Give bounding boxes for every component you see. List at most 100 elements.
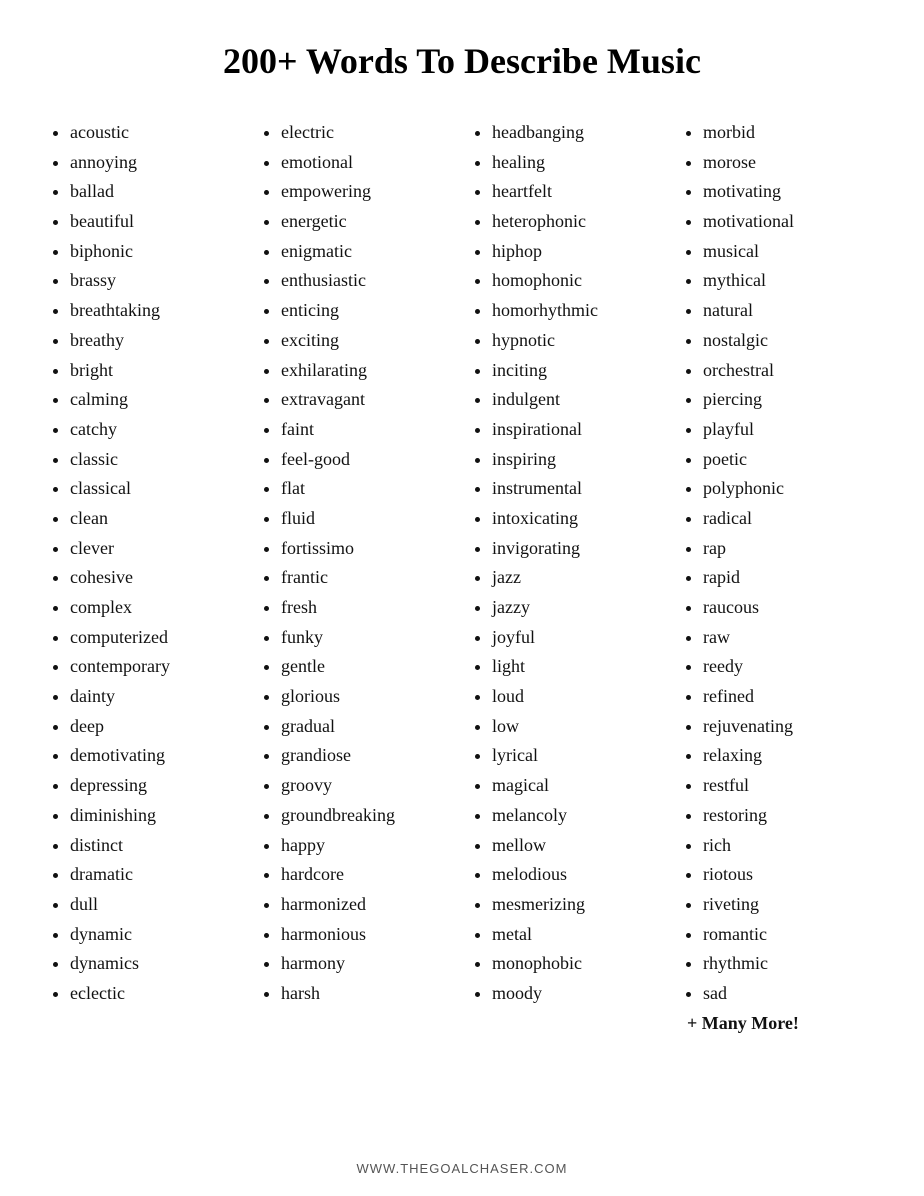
list-item: mellow: [492, 831, 663, 861]
list-item: exciting: [281, 326, 452, 356]
list-item: jazzy: [492, 593, 663, 623]
list-item: rich: [703, 831, 874, 861]
list-item: dramatic: [70, 860, 241, 890]
list-item: calming: [70, 385, 241, 415]
list-item: headbanging: [492, 118, 663, 148]
list-item: deep: [70, 712, 241, 742]
list-item: acoustic: [70, 118, 241, 148]
list-item: energetic: [281, 207, 452, 237]
list-item: loud: [492, 682, 663, 712]
list-item: mesmerizing: [492, 890, 663, 920]
list-item: enthusiastic: [281, 266, 452, 296]
list-item: flat: [281, 474, 452, 504]
list-item: enticing: [281, 296, 452, 326]
list-item: emotional: [281, 148, 452, 178]
list-item: empowering: [281, 177, 452, 207]
list-item: groovy: [281, 771, 452, 801]
list-item: refined: [703, 682, 874, 712]
list-item: complex: [70, 593, 241, 623]
list-item: gradual: [281, 712, 452, 742]
list-item: poetic: [703, 445, 874, 475]
list-item: restful: [703, 771, 874, 801]
list-item: inspiring: [492, 445, 663, 475]
list-item: harsh: [281, 979, 452, 1009]
list-item: intoxicating: [492, 504, 663, 534]
list-item: beautiful: [70, 207, 241, 237]
list-item: morose: [703, 148, 874, 178]
list-item: hypnotic: [492, 326, 663, 356]
list-item: catchy: [70, 415, 241, 445]
word-list-2: electricemotionalempoweringenergeticenig…: [261, 118, 452, 1009]
list-item: riveting: [703, 890, 874, 920]
list-item: exhilarating: [281, 356, 452, 386]
list-item: motivational: [703, 207, 874, 237]
list-item: demotivating: [70, 741, 241, 771]
list-item: fortissimo: [281, 534, 452, 564]
list-item: jazz: [492, 563, 663, 593]
list-item: clever: [70, 534, 241, 564]
list-item: hiphop: [492, 237, 663, 267]
list-item: happy: [281, 831, 452, 861]
list-item: extravagant: [281, 385, 452, 415]
list-item: fluid: [281, 504, 452, 534]
list-item: gentle: [281, 652, 452, 682]
list-item: instrumental: [492, 474, 663, 504]
list-item: rhythmic: [703, 949, 874, 979]
list-item: contemporary: [70, 652, 241, 682]
list-item: invigorating: [492, 534, 663, 564]
list-item: joyful: [492, 623, 663, 653]
list-item: melancoly: [492, 801, 663, 831]
list-item: harmony: [281, 949, 452, 979]
word-columns: acousticannoyingballadbeautifulbiphonicb…: [40, 118, 884, 1131]
list-item: lyrical: [492, 741, 663, 771]
list-item: electric: [281, 118, 452, 148]
list-item: feel-good: [281, 445, 452, 475]
list-item: low: [492, 712, 663, 742]
list-item: ballad: [70, 177, 241, 207]
list-item: rap: [703, 534, 874, 564]
list-item: homorhythmic: [492, 296, 663, 326]
list-item: relaxing: [703, 741, 874, 771]
list-item: dull: [70, 890, 241, 920]
word-list-4: morbidmorosemotivatingmotivationalmusica…: [683, 118, 874, 1009]
list-item: depressing: [70, 771, 241, 801]
list-item: radical: [703, 504, 874, 534]
list-item: dynamics: [70, 949, 241, 979]
list-item: motivating: [703, 177, 874, 207]
word-list-1: acousticannoyingballadbeautifulbiphonicb…: [50, 118, 241, 1009]
list-item: morbid: [703, 118, 874, 148]
list-item: magical: [492, 771, 663, 801]
list-item: romantic: [703, 920, 874, 950]
list-item: computerized: [70, 623, 241, 653]
list-item: healing: [492, 148, 663, 178]
list-item: faint: [281, 415, 452, 445]
list-item: breathy: [70, 326, 241, 356]
list-item: sad: [703, 979, 874, 1009]
list-item: dainty: [70, 682, 241, 712]
list-item: distinct: [70, 831, 241, 861]
list-item: frantic: [281, 563, 452, 593]
list-item: clean: [70, 504, 241, 534]
list-item: polyphonic: [703, 474, 874, 504]
list-item: groundbreaking: [281, 801, 452, 831]
column-2: electricemotionalempoweringenergeticenig…: [251, 118, 462, 1131]
column-1: acousticannoyingballadbeautifulbiphonicb…: [40, 118, 251, 1131]
list-item: breathtaking: [70, 296, 241, 326]
list-item: light: [492, 652, 663, 682]
list-item: harmonized: [281, 890, 452, 920]
list-item: metal: [492, 920, 663, 950]
list-item: playful: [703, 415, 874, 445]
list-item: funky: [281, 623, 452, 653]
list-item: dynamic: [70, 920, 241, 950]
list-item: glorious: [281, 682, 452, 712]
list-item: riotous: [703, 860, 874, 890]
footer-url: WWW.THEGOALCHASER.COM: [357, 1161, 568, 1176]
column-3: headbanginghealingheartfeltheterophonich…: [462, 118, 673, 1131]
list-item: raw: [703, 623, 874, 653]
list-item: inspirational: [492, 415, 663, 445]
list-item: raucous: [703, 593, 874, 623]
column-4: morbidmorosemotivatingmotivationalmusica…: [673, 118, 884, 1131]
list-item: annoying: [70, 148, 241, 178]
list-item: brassy: [70, 266, 241, 296]
list-item: rejuvenating: [703, 712, 874, 742]
